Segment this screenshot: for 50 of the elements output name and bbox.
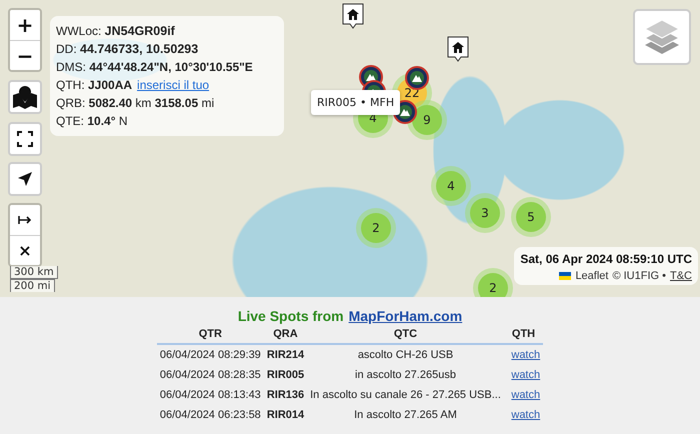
fullscreen-button[interactable] [8,122,42,156]
column-header: QTR [156,325,264,344]
flag-icon [559,272,572,280]
table-cell-text: RIR014 [266,408,306,423]
zoom-in-button[interactable]: + [10,10,40,40]
info-text: DMS: 44°44'48.24"N, 10°30'10.55"E [56,60,253,74]
layers-button[interactable] [633,9,691,65]
scale-label: 300 km [10,266,58,279]
measure-button[interactable] [10,205,40,235]
map-tooltip: RIR005 • MFH [311,90,400,115]
table-cell-text: RIR005 [266,368,306,383]
terms-link[interactable]: T&C [670,270,692,282]
table-cell-text: 06/04/2024 08:13:43 [158,388,262,403]
scale-label: 200 mi [10,279,55,292]
info-text: QTH: JJ00AA [56,78,132,92]
info-text: QRB: 5082.40 km 3158.05 mi [56,96,214,110]
locate-button[interactable] [8,162,42,196]
table-cell-text: RIR136 [266,388,306,403]
info-text: QTE: 10.4° N [56,114,128,128]
fullscreen-icon [17,131,33,147]
map-pin-icon [12,85,38,109]
table-cell: 06/04/2024 08:29:39 [156,344,264,365]
info-text: WWLoc: JN54GR09if [56,24,175,38]
site-link[interactable]: MapForHam.com [348,308,462,324]
table-cell-text: In ascolto su canale 26 - 27.265 USB... [309,388,502,403]
attribution-text: © IU1FIG • [612,270,666,282]
locator-link[interactable]: inserisci il tuo [137,78,210,92]
watch-link[interactable]: watch [511,369,540,381]
measure-arrow-icon [18,215,32,225]
column-header: QTC [307,325,504,344]
column-header: QTH [504,325,544,344]
spots-title: Live Spots from [238,308,344,324]
watch-link[interactable]: watch [511,389,540,401]
table-cell-text: In ascolto 27.265 AM [353,408,458,423]
table-cell-text: 06/04/2024 08:28:35 [158,368,262,383]
zoom-out-button[interactable]: − [10,40,40,70]
watch-link[interactable]: watch [511,349,540,361]
table-cell-text: 06/04/2024 06:23:58 [158,408,262,423]
leaflet-link[interactable]: Leaflet [575,270,608,282]
map-marker-button[interactable] [8,80,42,114]
layers-icon [642,18,682,56]
clear-button[interactable]: × [10,235,40,265]
clock-text: Sat, 06 Apr 2024 08:59:10 UTC [520,252,692,266]
table-cell-text: in ascolto 27.265usb [354,368,457,383]
navigation-arrow-icon [17,171,33,187]
table-cell: ascolto CH-26 USB [307,344,504,365]
watch-link[interactable]: watch [511,409,540,421]
info-text: DD: 44.746733, 10.50293 [56,42,198,56]
column-header: QRA [264,325,308,344]
table-cell: RIR214 [264,344,308,365]
